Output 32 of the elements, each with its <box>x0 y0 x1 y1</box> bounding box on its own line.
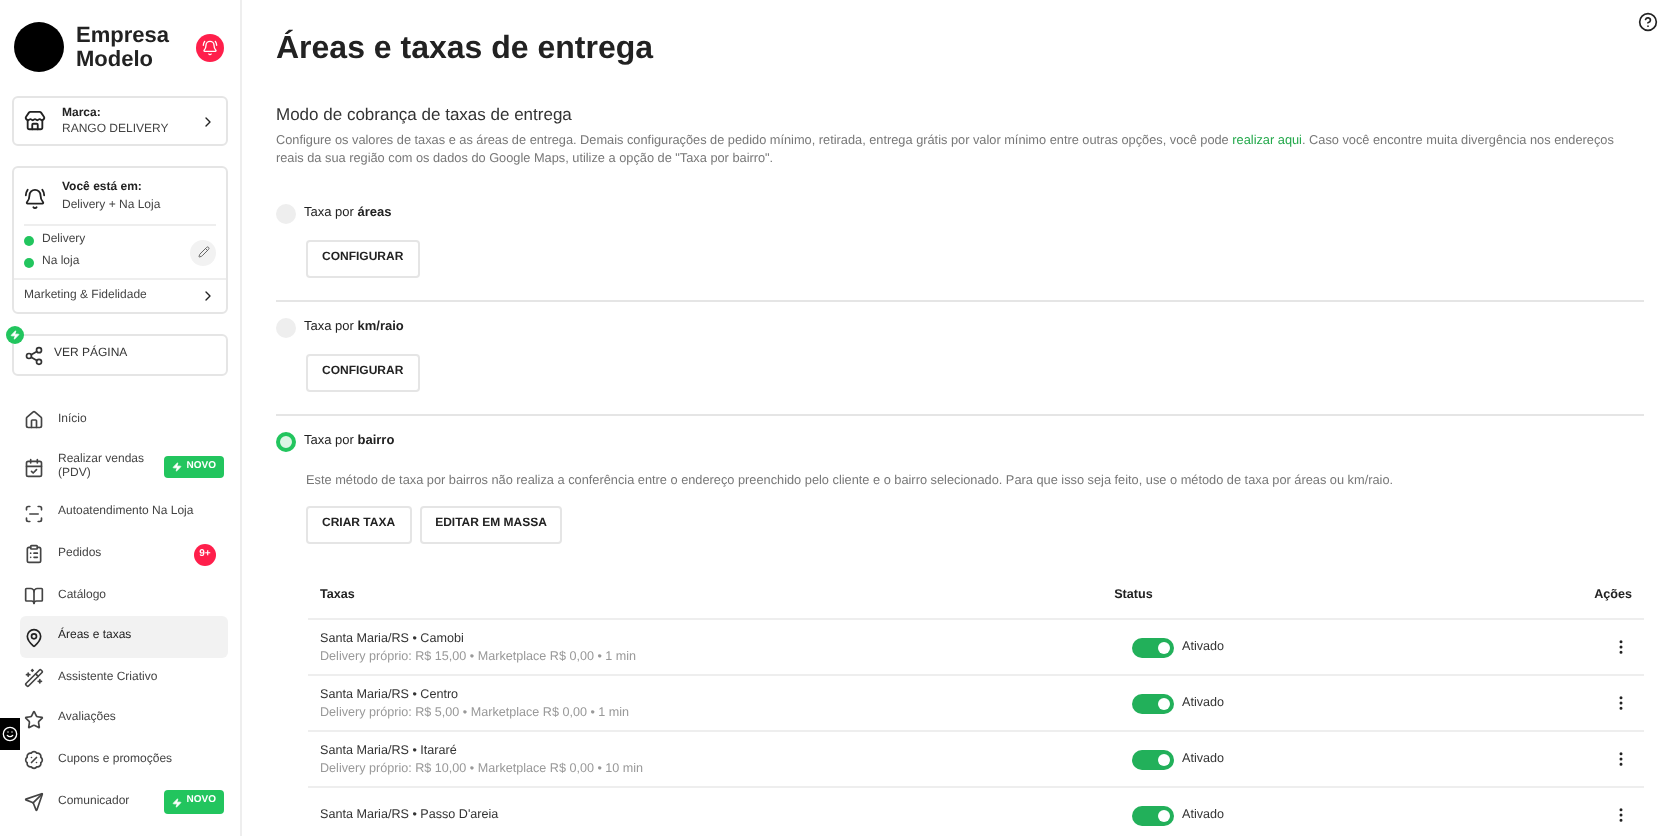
store-icon <box>24 110 46 132</box>
notification-button[interactable] <box>196 33 224 61</box>
edit-button[interactable] <box>190 239 216 265</box>
page-title: Áreas e taxas de entrega <box>276 27 656 70</box>
map-pin-icon <box>24 627 44 648</box>
bolt-icon <box>172 797 183 808</box>
section-title: Modo de cobrança de taxas de entrega <box>276 102 574 128</box>
status-toggle[interactable] <box>1132 805 1174 826</box>
share-icon <box>24 345 44 365</box>
chevron-right-icon <box>200 113 216 129</box>
brand-name: Empresa Modelo <box>76 23 171 71</box>
bell-icon <box>24 187 46 209</box>
chevron-right-icon <box>200 288 216 304</box>
bolt-icon <box>172 462 183 473</box>
bolt-icon <box>10 330 20 340</box>
scan-icon <box>24 503 44 524</box>
pencil-icon <box>197 246 209 258</box>
percent-badge-icon <box>24 750 44 771</box>
bell-icon <box>202 39 218 55</box>
magic-wand-icon <box>24 668 44 689</box>
status-toggle[interactable] <box>1132 637 1174 658</box>
help-icon[interactable] <box>1638 12 1658 32</box>
status-toggle[interactable] <box>1132 693 1174 714</box>
send-icon <box>24 792 44 813</box>
status-toggle[interactable] <box>1132 749 1174 770</box>
book-icon <box>24 586 44 607</box>
home-icon <box>24 410 44 431</box>
clipboard-icon <box>24 544 44 565</box>
radio-button[interactable] <box>276 431 296 452</box>
calendar-icon <box>24 457 44 478</box>
chat-button[interactable] <box>0 718 20 750</box>
star-icon <box>24 709 44 730</box>
